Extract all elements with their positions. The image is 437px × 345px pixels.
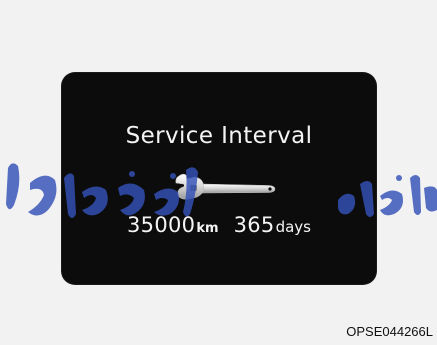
service-interval-title: Service Interval <box>125 123 313 149</box>
service-interval-panel: Service Interval 35000km 365days <box>62 73 376 284</box>
distance-unit: km <box>196 221 219 236</box>
days-unit: days <box>275 218 311 236</box>
service-interval-values: 35000km 365days <box>62 213 376 237</box>
days-value: 365 <box>233 213 275 237</box>
wrench-icon <box>175 173 276 200</box>
distance-value: 35000 <box>127 213 196 237</box>
figure-code: OPSE044266L <box>346 324 433 339</box>
